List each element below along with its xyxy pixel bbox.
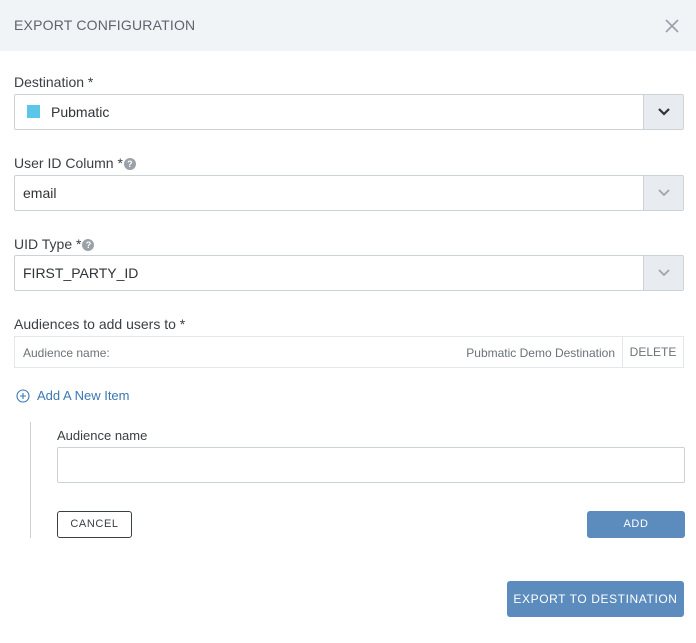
destination-dropdown-toggle[interactable] xyxy=(643,95,683,129)
dialog-title: EXPORT CONFIGURATION xyxy=(14,17,196,33)
user-id-column-label: User ID Column *? xyxy=(14,155,136,171)
dialog-header: EXPORT CONFIGURATION xyxy=(0,0,696,51)
audience-name-value: Pubmatic Demo Destination xyxy=(466,346,615,360)
help-icon[interactable]: ? xyxy=(123,158,136,170)
delete-audience-button[interactable]: DELETE xyxy=(622,337,683,367)
uid-type-dropdown-toggle[interactable] xyxy=(643,256,683,290)
add-new-item-label: Add A New Item xyxy=(37,388,130,403)
plus-circle-icon xyxy=(16,389,30,403)
destination-select[interactable]: Pubmatic xyxy=(14,94,684,130)
audience-list-item: Audience name: Pubmatic Demo Destination… xyxy=(14,336,684,368)
user-id-column-dropdown-toggle[interactable] xyxy=(643,176,683,210)
add-button[interactable]: ADD xyxy=(587,511,685,538)
uid-type-label-text: UID Type * xyxy=(14,236,82,252)
export-to-destination-button[interactable]: EXPORT TO DESTINATION xyxy=(507,581,684,617)
audience-name-field-label: Audience name xyxy=(57,428,148,443)
close-icon[interactable] xyxy=(662,16,682,36)
user-id-column-label-text: User ID Column * xyxy=(14,155,123,171)
uid-type-select[interactable]: FIRST_PARTY_ID xyxy=(14,255,684,291)
user-id-column-value: email xyxy=(23,185,57,201)
audience-name-input[interactable] xyxy=(57,447,685,483)
chevron-down-icon xyxy=(658,189,670,197)
cancel-button[interactable]: CANCEL xyxy=(57,511,132,538)
uid-type-label: UID Type *? xyxy=(14,236,95,252)
chevron-down-icon xyxy=(658,269,670,277)
chevron-down-icon xyxy=(658,108,670,116)
user-id-column-select[interactable]: email xyxy=(14,175,684,211)
audiences-label: Audiences to add users to * xyxy=(14,316,186,332)
destination-label-text: Destination * xyxy=(14,74,94,90)
destination-label: Destination * xyxy=(14,74,93,90)
export-configuration-dialog: EXPORT CONFIGURATION Destination * Pubma… xyxy=(0,0,696,643)
audience-name-label: Audience name: xyxy=(23,346,110,360)
destination-value: Pubmatic xyxy=(51,104,110,120)
destination-color-swatch xyxy=(27,105,40,118)
help-icon[interactable]: ? xyxy=(82,239,95,251)
new-audience-form: Audience name CANCEL ADD xyxy=(30,422,685,538)
uid-type-value: FIRST_PARTY_ID xyxy=(23,265,139,281)
